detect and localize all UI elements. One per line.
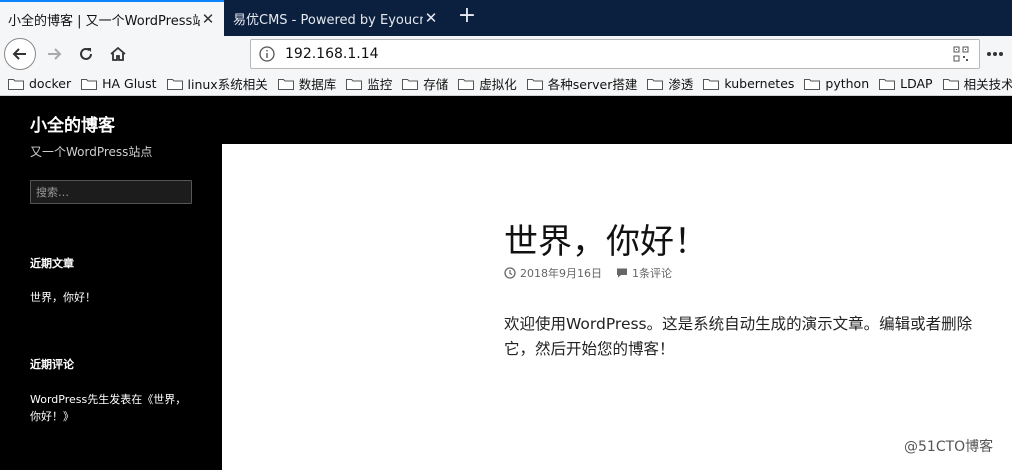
bookmark-label: linux系统相关	[187, 77, 268, 92]
bookmark-folder[interactable]: LDAP	[879, 76, 933, 91]
bookmark-label: 存储	[423, 77, 449, 92]
bookmark-label: 各种server搭建	[547, 77, 638, 92]
folder-icon	[647, 78, 664, 90]
post-meta: 2018年9月16日 1条评论	[504, 265, 672, 281]
home-button[interactable]	[102, 38, 134, 70]
folder-icon	[703, 78, 720, 90]
back-button[interactable]	[4, 38, 36, 70]
bookmark-label: 虚拟化	[479, 77, 517, 92]
blog-sidebar: 小全的博客 又一个WordPress站点 近期文章 世界，你好！ 近期评论 Wo…	[0, 96, 222, 470]
home-icon	[110, 46, 126, 61]
qr-code-icon[interactable]	[953, 46, 969, 62]
post-date[interactable]: 2018年9月16日	[520, 265, 602, 281]
bookmark-folder[interactable]: kubernetes	[703, 76, 794, 91]
search-input[interactable]	[30, 180, 192, 204]
url-input[interactable]	[285, 46, 953, 62]
more-menu-icon[interactable]	[984, 44, 1006, 64]
close-tab-icon[interactable]: ✕	[200, 11, 216, 27]
arrow-left-icon	[12, 48, 26, 60]
tab-eyoucms[interactable]: 易优CMS - Powered by Eyoucms ✕	[225, 0, 447, 36]
recent-comments-heading: 近期评论	[30, 358, 74, 371]
site-title[interactable]: 小全的博客	[30, 111, 115, 136]
clock-icon	[504, 267, 516, 279]
site-description: 又一个WordPress站点	[30, 145, 153, 159]
tab-title: 小全的博客 | 又一个WordPress站点	[8, 13, 200, 29]
bookmark-folder[interactable]: linux系统相关	[166, 74, 268, 93]
info-icon[interactable]	[257, 44, 277, 64]
bookmark-label: 监控	[367, 77, 393, 92]
web-page: 小全的博客 又一个WordPress站点 近期文章 世界，你好！ 近期评论 Wo…	[0, 96, 1012, 470]
close-tab-icon[interactable]: ✕	[423, 10, 439, 26]
bookmark-label: HA Glust	[102, 76, 157, 91]
recent-posts-heading: 近期文章	[30, 257, 74, 270]
folder-icon	[346, 78, 363, 90]
tab-title: 易优CMS - Powered by Eyoucms	[233, 12, 423, 28]
comment-count-link[interactable]: 1条评论	[632, 265, 672, 281]
bookmark-folder[interactable]: 虚拟化	[458, 74, 517, 93]
forward-button[interactable]	[38, 38, 70, 70]
bookmark-label: LDAP	[900, 76, 933, 91]
bookmark-label: python	[825, 76, 870, 91]
bookmark-folder[interactable]: 各种server搭建	[526, 74, 638, 93]
reload-button[interactable]	[70, 38, 102, 70]
folder-icon	[458, 78, 475, 90]
bookmark-folder[interactable]: 数据库	[277, 74, 337, 93]
address-bar[interactable]	[250, 39, 980, 69]
navigation-toolbar	[0, 36, 1012, 72]
folder-icon	[804, 78, 821, 90]
folder-icon	[526, 78, 543, 90]
bookmark-label: 渗透	[668, 77, 694, 92]
bookmark-folder[interactable]: docker	[8, 76, 71, 91]
recent-post-link[interactable]: 世界，你好！	[30, 289, 190, 306]
bookmark-folder[interactable]: 存储	[402, 74, 448, 93]
folder-icon	[81, 78, 98, 90]
main-content: 世界，你好！ 2018年9月16日 1条评论 欢迎使用WordPress。这是系…	[222, 144, 1012, 470]
folder-icon	[402, 78, 419, 90]
folder-icon	[879, 78, 896, 90]
bookmark-label: 相关技术	[963, 77, 1012, 92]
bookmark-folder[interactable]: HA Glust	[81, 76, 157, 91]
recent-comment-link[interactable]: WordPress先生发表在《世界，你好！》	[30, 391, 190, 425]
tab-strip: 小全的博客 | 又一个WordPress站点 ✕ 易优CMS - Powered…	[0, 0, 1012, 36]
bookmark-folder[interactable]: 渗透	[647, 74, 693, 93]
watermark: @51CTO博客	[904, 439, 994, 455]
bookmark-label: 数据库	[298, 77, 337, 92]
comment-icon	[617, 268, 627, 278]
bookmark-folder[interactable]: 相关技术	[942, 74, 1012, 93]
folder-icon	[942, 78, 959, 90]
reload-icon	[80, 47, 92, 60]
bookmark-folder[interactable]: python	[804, 76, 869, 91]
bookmark-folder[interactable]: 监控	[346, 74, 392, 93]
folder-icon	[166, 78, 183, 90]
folder-icon	[277, 78, 294, 90]
bookmark-label: docker	[29, 76, 72, 91]
new-tab-button[interactable]: +	[454, 4, 480, 30]
post-body: 欢迎使用WordPress。这是系统自动生成的演示文章。编辑或者删除它，然后开始…	[504, 315, 973, 358]
post-title[interactable]: 世界，你好！	[504, 214, 708, 263]
arrow-right-icon	[48, 48, 62, 60]
bookmark-label: kubernetes	[724, 76, 795, 91]
bookmarks-toolbar: docker HA Glust linux系统相关 数据库 监控 存储 虚拟化 …	[0, 72, 1012, 96]
folder-icon	[8, 78, 24, 90]
tab-blog[interactable]: 小全的博客 | 又一个WordPress站点 ✕	[0, 0, 224, 36]
